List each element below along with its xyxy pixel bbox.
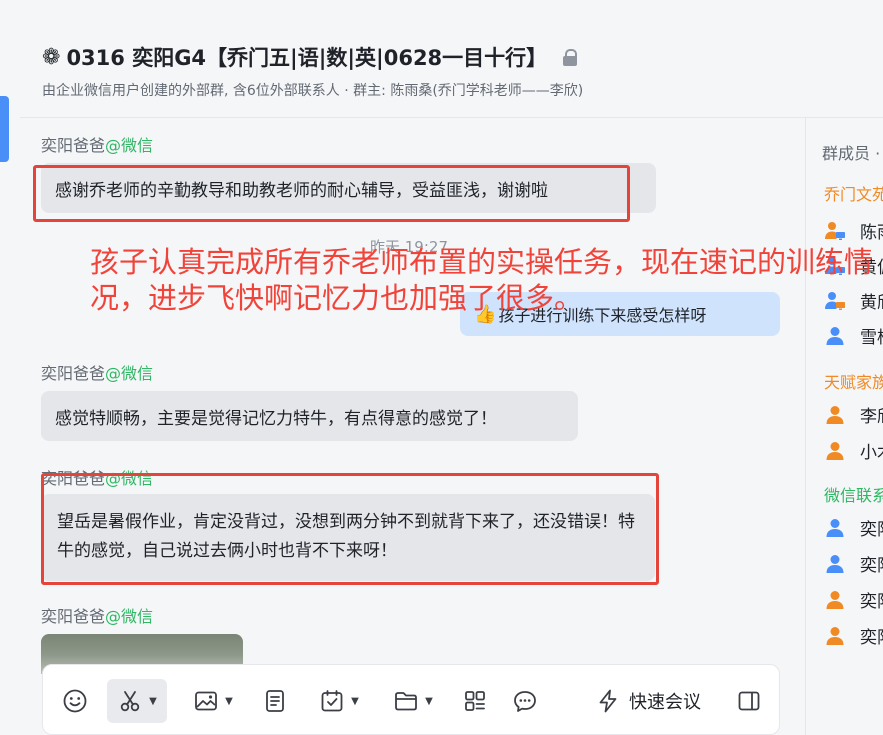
member-item[interactable]: 奕阳 xyxy=(824,515,883,540)
member-panel: 群成员 · 乔门文苑 陈雨 黄偏 黄欣 雪枝 天赋家族 李欣 小木 微信联系 奕… xyxy=(806,118,883,735)
message-input-box[interactable]: ▼ ▼ ▼ ▼ 快速会议 xyxy=(42,664,780,735)
image-icon xyxy=(195,691,218,711)
image-button[interactable]: ▼ xyxy=(185,679,241,723)
toggle-sidebar-button[interactable] xyxy=(731,679,767,723)
chat-record-button[interactable] xyxy=(507,679,543,723)
person-icon xyxy=(826,518,844,537)
message-bubble[interactable]: 感觉特顺畅，主要是觉得记忆力特牛，有点得意的感觉了！ xyxy=(41,391,578,441)
member-item[interactable]: 陈雨 xyxy=(824,218,883,243)
member-name: 奕阳 xyxy=(860,556,883,576)
member-panel-heading: 群成员 · xyxy=(822,144,881,163)
member-group-label[interactable]: 乔门文苑 xyxy=(824,181,883,205)
sender-name[interactable]: 奕阳爸爸 xyxy=(41,364,105,383)
chat-header: ❁ 0316 奕阳G4【乔门五|语|数|英|0628一目十行】 由企业微信用户创… xyxy=(20,0,883,118)
person-pc-icon xyxy=(825,221,845,240)
person-icon xyxy=(826,626,844,645)
person-icon xyxy=(826,554,844,573)
member-group-label[interactable]: 天赋家族 xyxy=(824,369,883,393)
chevron-down-icon: ▼ xyxy=(225,695,233,707)
chat-subtitle: 由企业微信用户创建的外部群, 含6位外部联系人 · 群主: 陈雨桑(乔门学科老师… xyxy=(42,83,584,99)
folder-icon xyxy=(395,692,418,711)
chat-title-text[interactable]: 0316 奕阳G4【乔门五|语|数|英|0628一目十行】 xyxy=(66,42,547,72)
grid-apps-icon xyxy=(465,691,485,711)
member-name: 奕阳 xyxy=(860,592,883,612)
schedule-button[interactable]: ▼ xyxy=(311,679,367,723)
quick-meeting-button[interactable]: 快速会议 xyxy=(595,679,701,723)
member-name: 奕阳 xyxy=(860,628,883,648)
highlight-box xyxy=(41,473,659,585)
member-item[interactable]: 小木 xyxy=(824,438,883,463)
input-toolbar: ▼ ▼ ▼ ▼ 快速会议 xyxy=(43,679,779,723)
sidebar-panel-icon xyxy=(738,691,760,711)
sender-name[interactable]: 奕阳爸爸 xyxy=(41,136,105,155)
person-icon xyxy=(826,441,844,460)
sender-source: @微信 xyxy=(105,364,154,383)
message-sender: 奕阳爸爸@微信 xyxy=(41,132,153,156)
highlight-box xyxy=(33,165,630,222)
member-group-label[interactable]: 微信联系 xyxy=(824,482,883,506)
person-icon xyxy=(826,405,844,424)
member-name: 奕阳 xyxy=(860,520,883,540)
lightning-icon xyxy=(599,689,617,713)
member-item[interactable]: 奕阳 xyxy=(824,587,883,612)
member-name: 小木 xyxy=(860,443,883,463)
member-name: 雪枝 xyxy=(860,328,883,348)
sender-name[interactable]: 奕阳爸爸 xyxy=(41,607,105,626)
message-sender: 奕阳爸爸@微信 xyxy=(41,360,153,384)
folder-button[interactable]: ▼ xyxy=(385,679,441,723)
chevron-down-icon: ▼ xyxy=(351,695,359,707)
message-text: 感觉特顺畅，主要是觉得记忆力特牛，有点得意的感觉了！ xyxy=(55,408,497,429)
member-item[interactable]: 李欣 xyxy=(824,402,883,427)
document-icon xyxy=(266,690,284,712)
scissors-icon xyxy=(120,691,140,712)
member-name: 李欣 xyxy=(860,407,883,427)
message-sender: 奕阳爸爸@微信 xyxy=(41,603,153,627)
annotation-overlay-text: 孩子认真完成所有乔老师布置的实操任务，现在速记的训练情况，进步飞快啊记忆力也加强… xyxy=(90,245,874,315)
person-icon xyxy=(826,590,844,609)
member-name: 陈雨 xyxy=(860,223,883,243)
chat-bubble-icon xyxy=(514,691,536,712)
screenshot-button[interactable]: ▼ xyxy=(107,679,167,723)
sender-source: @微信 xyxy=(105,607,154,626)
chevron-down-icon: ▼ xyxy=(149,695,157,707)
calendar-check-icon xyxy=(321,690,343,712)
apps-button[interactable] xyxy=(457,679,493,723)
chevron-down-icon: ▼ xyxy=(425,695,433,707)
group-flower-icon: ❁ xyxy=(42,44,61,70)
group-name: 微信联系 xyxy=(824,486,883,505)
emoji-icon xyxy=(63,689,87,713)
lock-icon xyxy=(563,48,578,66)
member-item[interactable]: 奕阳 xyxy=(824,623,883,648)
emoji-button[interactable] xyxy=(57,679,93,723)
sender-source: @微信 xyxy=(105,136,154,155)
group-name: 天赋家族 xyxy=(824,373,883,392)
person-icon xyxy=(826,326,844,345)
member-item[interactable]: 奕阳 xyxy=(824,551,883,576)
quick-meeting-label: 快速会议 xyxy=(629,692,701,713)
chat-title: ❁ 0316 奕阳G4【乔门五|语|数|英|0628一目十行】 xyxy=(42,42,578,72)
member-item[interactable]: 雪枝 xyxy=(824,323,883,348)
document-button[interactable] xyxy=(257,679,293,723)
group-name: 乔门文苑 xyxy=(824,185,883,204)
conversation-selected-indicator xyxy=(0,96,9,162)
